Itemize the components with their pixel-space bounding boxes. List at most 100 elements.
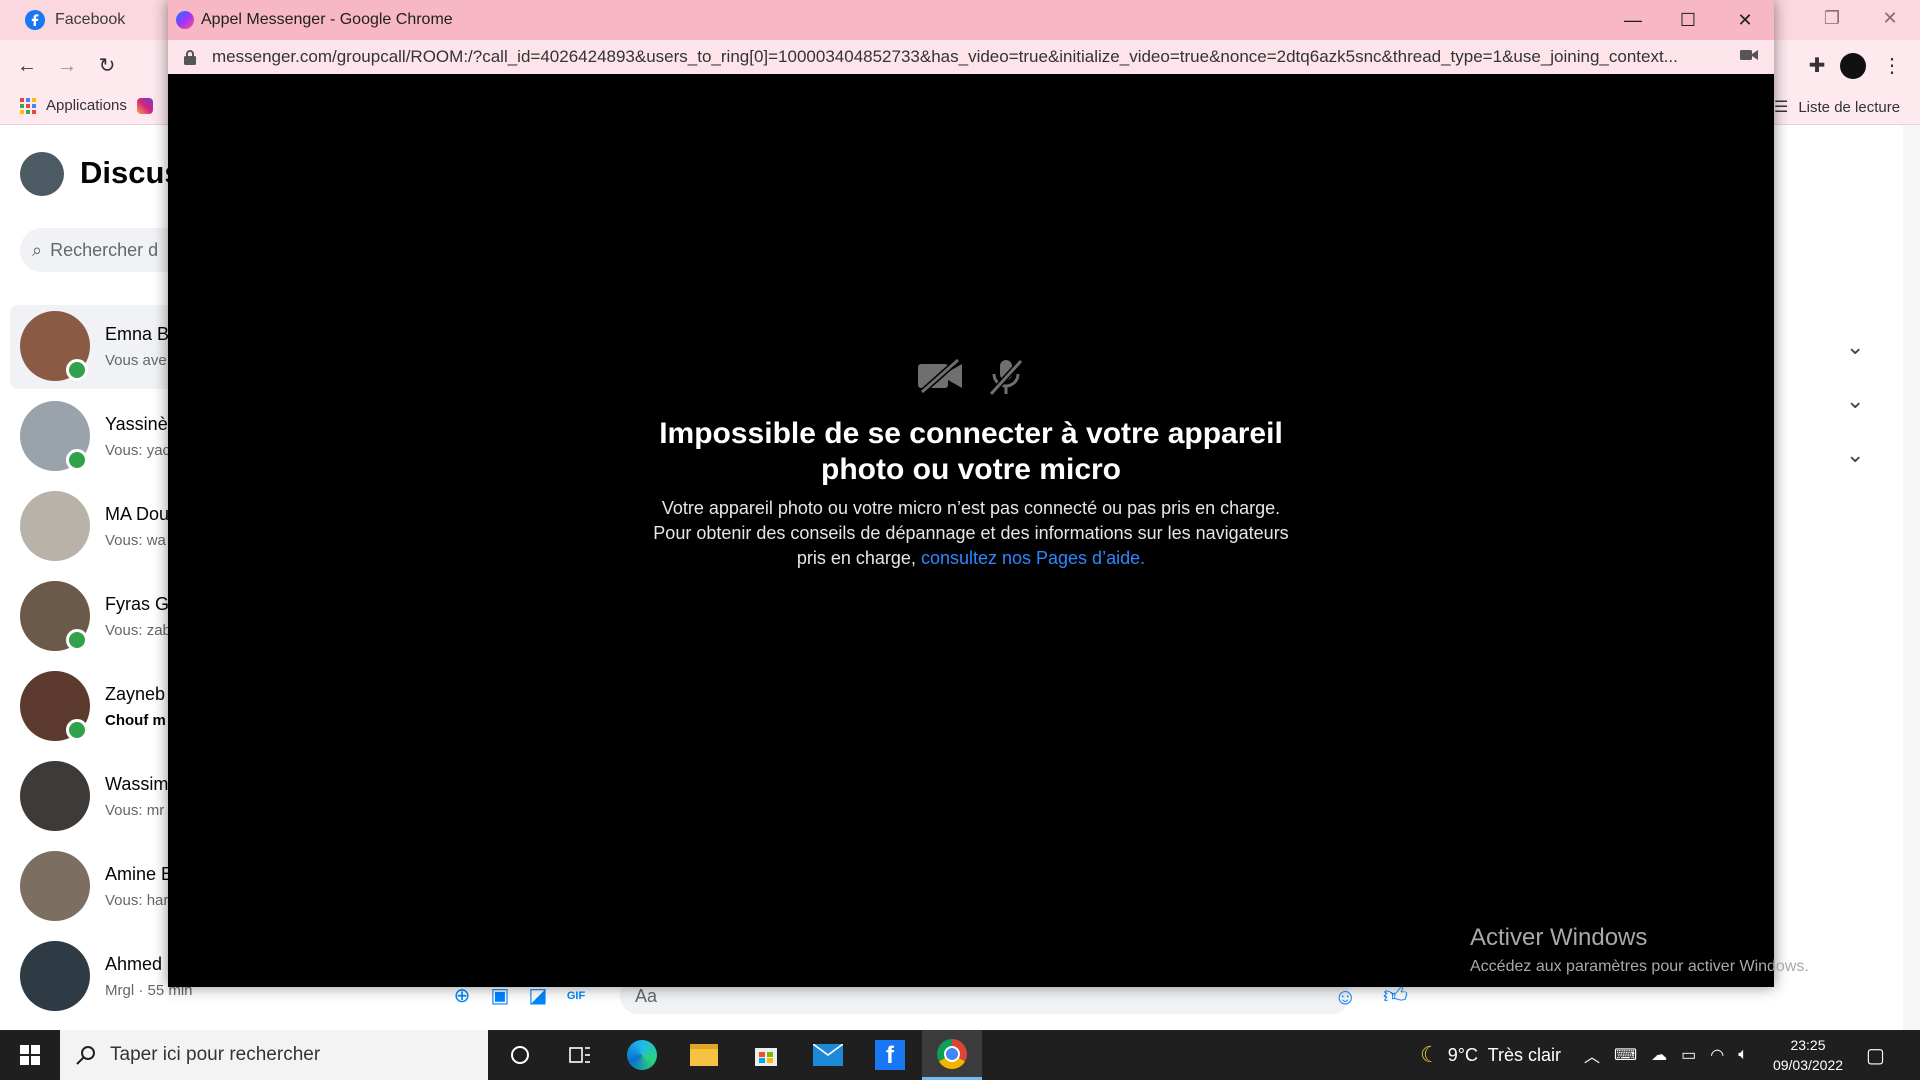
restore-icon[interactable]: ❐ (1820, 8, 1844, 32)
online-status-dot (66, 449, 88, 471)
maximize-icon[interactable]: ☐ (1676, 8, 1700, 32)
windows-logo-icon (20, 1045, 40, 1065)
reading-list-icon: ☰ (1774, 99, 1789, 116)
conversation-snippet: Chouf m (105, 712, 166, 729)
emoji-icon[interactable]: ☺ (1334, 984, 1356, 1010)
sidebar-title: Discus (80, 155, 182, 190)
close-icon[interactable]: ✕ (1733, 8, 1757, 32)
profile-avatar[interactable] (1840, 53, 1866, 79)
avatar (20, 941, 90, 1011)
messenger-call-window: Appel Messenger - Google Chrome — ☐ ✕ me… (168, 0, 1774, 987)
facebook-app-icon[interactable]: f (860, 1030, 920, 1080)
conversation-snippet: Vous: har (105, 892, 169, 909)
bookmark-apps-label: Applications (46, 97, 127, 114)
menu-dots-icon[interactable]: ⋮ (1880, 54, 1904, 78)
image-icon[interactable]: ▣ (488, 984, 512, 1008)
instagram-icon[interactable] (136, 97, 153, 114)
conversation-snippet: Vous: wa (105, 532, 166, 549)
taskbar-search-placeholder: Taper ici pour rechercher (110, 1044, 321, 1065)
watermark-subtitle: Accédez aux paramètres pour activer Wind… (1470, 958, 1809, 975)
camera-off-icon (918, 358, 962, 394)
avatar (20, 491, 90, 561)
gif-icon[interactable]: GIF (564, 984, 588, 1008)
background-tab[interactable]: Facebook (25, 10, 125, 30)
mail-icon[interactable] (798, 1030, 858, 1080)
clock-date: 09/03/2022 (1772, 1057, 1844, 1073)
apps-grid-icon (20, 97, 36, 114)
reading-list[interactable]: ☰ Liste de lecture (1774, 97, 1900, 117)
online-status-dot (66, 629, 88, 651)
conversation-name: Wassim (105, 774, 169, 794)
popup-url[interactable]: messenger.com/groupcall/ROOM:/?call_id=4… (212, 47, 1732, 67)
search-icon (76, 1046, 95, 1065)
weather-text: 9°C Très clair (1447, 1044, 1561, 1065)
chrome-icon[interactable] (922, 1030, 982, 1080)
conversation-snippet: Vous: zab (105, 622, 171, 639)
error-title: Impossible de se connecter à votre appar… (659, 417, 1283, 486)
bookmark-apps[interactable]: Applications (20, 97, 153, 114)
watermark-title: Activer Windows (1470, 924, 1648, 951)
lock-icon (184, 50, 196, 65)
messenger-icon (176, 11, 194, 29)
message-input-placeholder: Aa (635, 986, 658, 1006)
minimize-icon[interactable]: — (1621, 8, 1645, 32)
conversation-snippet: Vous ave (105, 352, 167, 369)
taskbar-search-box[interactable]: Taper ici pour rechercher (60, 1030, 488, 1080)
help-pages-link[interactable]: consultez nos Pages d’aide. (921, 548, 1145, 568)
conversation-search-placeholder: Rechercher d (50, 239, 159, 260)
reading-list-label: Liste de lecture (1798, 98, 1901, 116)
avatar (20, 761, 90, 831)
plus-circle-icon[interactable]: ⊕ (450, 984, 474, 1008)
sticker-icon[interactable]: ◪ (526, 984, 550, 1008)
edge-icon[interactable] (612, 1030, 672, 1080)
popup-window-title: Appel Messenger - Google Chrome (201, 11, 453, 28)
reload-icon[interactable]: ↻ (95, 54, 119, 78)
windows-activation-watermark: Activer Windows Accédez aux paramètres p… (1470, 924, 1809, 976)
file-explorer-icon[interactable] (674, 1030, 734, 1080)
cortana-icon[interactable] (490, 1030, 550, 1080)
weather-widget[interactable]: ☾ 9°C Très clair (1420, 1030, 1561, 1080)
meet-now-icon[interactable]: ⌨ (1614, 1045, 1637, 1065)
conversation-name: Amine E (105, 864, 174, 884)
microphone-off-icon (988, 358, 1024, 396)
disabled-device-icons (918, 358, 1024, 396)
battery-icon[interactable]: ▭ (1681, 1045, 1696, 1065)
microsoft-store-icon[interactable] (736, 1030, 796, 1080)
chevron-up-icon[interactable]: ︿ (1584, 1043, 1600, 1067)
extensions-icon[interactable]: ✚ (1805, 54, 1829, 78)
chevron-down-icon[interactable]: ⌄ (1846, 388, 1864, 414)
start-button[interactable] (0, 1030, 60, 1080)
task-view-icon[interactable] (550, 1030, 610, 1080)
facebook-icon (25, 10, 45, 30)
moon-icon: ☾ (1420, 1042, 1440, 1067)
my-avatar[interactable] (20, 152, 64, 196)
taskbar: Taper ici pour rechercher f ☾ 9°C Très c… (0, 1030, 1920, 1080)
onedrive-icon[interactable]: ☁ (1651, 1045, 1667, 1065)
conversation-name: Emna B (105, 324, 170, 344)
error-message: Votre appareil photo ou votre micro n’es… (646, 496, 1296, 571)
online-status-dot (66, 359, 88, 381)
chevron-down-icon[interactable]: ⌄ (1846, 334, 1864, 360)
conversation-name: Fyras Gl (105, 594, 174, 614)
chevron-down-icon[interactable]: ⌄ (1846, 442, 1864, 468)
avatar (20, 851, 90, 921)
conversation-name: MA Dou (105, 504, 170, 524)
conversation-name: Yassinè (105, 414, 168, 434)
camera-blocked-icon[interactable] (1740, 48, 1758, 62)
wifi-icon[interactable]: ◠ (1710, 1045, 1724, 1065)
conversation-name: Ahmed (105, 954, 163, 974)
notifications-icon[interactable]: ▢ (1866, 1030, 1885, 1080)
forward-arrow-icon[interactable]: → (55, 54, 79, 78)
online-status-dot (66, 719, 88, 741)
background-tab-title: Facebook (55, 11, 126, 28)
search-icon: ⌕ (32, 239, 43, 260)
system-tray: ︿ ⌨ ☁ ▭ ◠ 🔈︎ (1584, 1030, 1748, 1080)
back-arrow-icon[interactable]: ← (15, 54, 39, 78)
clock-time: 23:25 (1790, 1037, 1826, 1053)
close-icon[interactable]: ✕ (1878, 8, 1902, 32)
conversation-snippet: Vous: mr (105, 802, 165, 819)
volume-icon[interactable]: 🔈︎ (1738, 1046, 1748, 1064)
page-scrollbar[interactable] (1903, 125, 1920, 1030)
clock[interactable]: 23:25 09/03/2022 (1768, 1035, 1848, 1075)
conversation-name: Zayneb (105, 684, 166, 704)
